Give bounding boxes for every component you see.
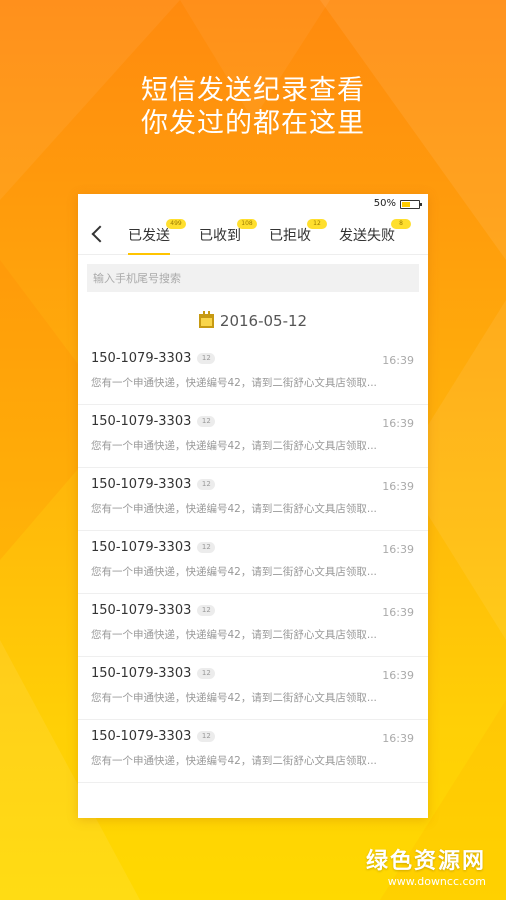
battery-fill — [402, 202, 410, 207]
message-row[interactable]: 150-1079-3303 12 16:39 您有一个申通快递，快递编号42，请到二街… — [78, 405, 428, 468]
message-time: 16:39 — [382, 732, 414, 745]
battery-icon — [400, 200, 422, 209]
message-preview: 您有一个申通快递，快递编号42，请到二街舒心文具店领取... — [91, 566, 377, 578]
message-preview: 您有一个申通快递，快递编号42，请到二街舒心文具店领取... — [91, 755, 377, 767]
phone-number: 150-1079-3303 — [91, 603, 192, 618]
watermark-url: www.downcc.com — [387, 875, 486, 888]
tab-bar: 已发送 499 已收到 108 已拒收 12 发送失败 8 — [78, 214, 428, 255]
message-row[interactable]: 150-1079-3303 12 16:39 您有一个申通快递，快递编号42，请到二街… — [78, 342, 428, 405]
message-count-badge: 12 — [197, 542, 216, 553]
headline-line-2: 你发过的都在这里 — [141, 108, 365, 139]
message-phone: 150-1079-3303 12 — [91, 540, 216, 555]
tab-0[interactable]: 已发送 499 — [128, 219, 186, 255]
phone-screen: 50% 已发送499已收到108已拒收12发送失败8 2016-05-12 15… — [78, 194, 428, 818]
watermark: 绿色资源网 www.downcc.com — [366, 843, 486, 888]
tab-label: 已拒收 — [269, 228, 311, 244]
date-header: 2016-05-12 — [78, 311, 428, 330]
phone-number: 150-1079-3303 — [91, 477, 192, 492]
status-bar: 50% — [78, 194, 428, 214]
message-phone: 150-1079-3303 12 — [91, 729, 216, 744]
tab-3[interactable]: 发送失败 8 — [339, 219, 411, 245]
tab-count-badge: 8 — [391, 219, 411, 229]
tab-label: 发送失败 — [339, 228, 395, 244]
message-phone: 150-1079-3303 12 — [91, 351, 216, 366]
message-count-badge: 12 — [197, 668, 216, 679]
message-time: 16:39 — [382, 606, 414, 619]
message-row[interactable]: 150-1079-3303 12 16:39 您有一个申通快递，快递编号42，请到二街… — [78, 531, 428, 594]
phone-number: 150-1079-3303 — [91, 666, 192, 681]
calendar-icon — [198, 311, 214, 328]
headline-line-1: 短信发送纪录查看 — [141, 75, 365, 106]
tab-label: 已收到 — [199, 228, 241, 244]
message-preview: 您有一个申通快递，快递编号42，请到二街舒心文具店领取... — [91, 377, 377, 389]
battery-percent: 50% — [373, 198, 396, 209]
tab-count-badge: 108 — [237, 219, 257, 229]
message-row[interactable]: 150-1079-3303 12 16:39 您有一个申通快递，快递编号42，请到二街… — [78, 657, 428, 720]
message-count-badge: 12 — [197, 605, 216, 616]
promo-headline: 短信发送纪录查看 你发过的都在这里 — [0, 74, 506, 140]
message-time: 16:39 — [382, 417, 414, 430]
message-preview: 您有一个申通快递，快递编号42，请到二街舒心文具店领取... — [91, 629, 377, 641]
message-count-badge: 12 — [197, 353, 216, 364]
message-count-badge: 12 — [197, 416, 216, 427]
back-arrow-icon[interactable] — [90, 225, 106, 243]
message-phone: 150-1079-3303 12 — [91, 477, 216, 492]
message-phone: 150-1079-3303 12 — [91, 666, 216, 681]
message-row[interactable]: 150-1079-3303 12 16:39 您有一个申通快递，快递编号42，请到二街… — [78, 468, 428, 531]
message-preview: 您有一个申通快递，快递编号42，请到二街舒心文具店领取... — [91, 692, 377, 704]
message-time: 16:39 — [382, 669, 414, 682]
message-time: 16:39 — [382, 480, 414, 493]
phone-number: 150-1079-3303 — [91, 540, 192, 555]
phone-number: 150-1079-3303 — [91, 351, 192, 366]
message-count-badge: 12 — [197, 731, 216, 742]
tab-label: 已发送 — [128, 228, 170, 244]
tab-2[interactable]: 已拒收 12 — [269, 219, 327, 245]
message-phone: 150-1079-3303 12 — [91, 414, 216, 429]
message-row[interactable]: 150-1079-3303 12 16:39 您有一个申通快递，快递编号42，请到二街… — [78, 594, 428, 657]
phone-number: 150-1079-3303 — [91, 414, 192, 429]
message-preview: 您有一个申通快递，快递编号42，请到二街舒心文具店领取... — [91, 440, 377, 452]
tab-count-badge: 499 — [166, 219, 186, 229]
tab-1[interactable]: 已收到 108 — [199, 219, 257, 245]
message-phone: 150-1079-3303 12 — [91, 603, 216, 618]
message-preview: 您有一个申通快递，快递编号42，请到二街舒心文具店领取... — [91, 503, 377, 515]
date-label: 2016-05-12 — [219, 312, 308, 330]
message-count-badge: 12 — [197, 479, 216, 490]
message-list: 150-1079-3303 12 16:39 您有一个申通快递，快递编号42，请到二街… — [78, 342, 428, 783]
tab-count-badge: 12 — [307, 219, 327, 229]
message-time: 16:39 — [382, 354, 414, 367]
search-input[interactable] — [87, 264, 419, 292]
watermark-title: 绿色资源网 — [365, 849, 486, 874]
phone-number: 150-1079-3303 — [91, 729, 192, 744]
message-time: 16:39 — [382, 543, 414, 556]
message-row[interactable]: 150-1079-3303 12 16:39 您有一个申通快递，快递编号42，请到二街… — [78, 720, 428, 783]
